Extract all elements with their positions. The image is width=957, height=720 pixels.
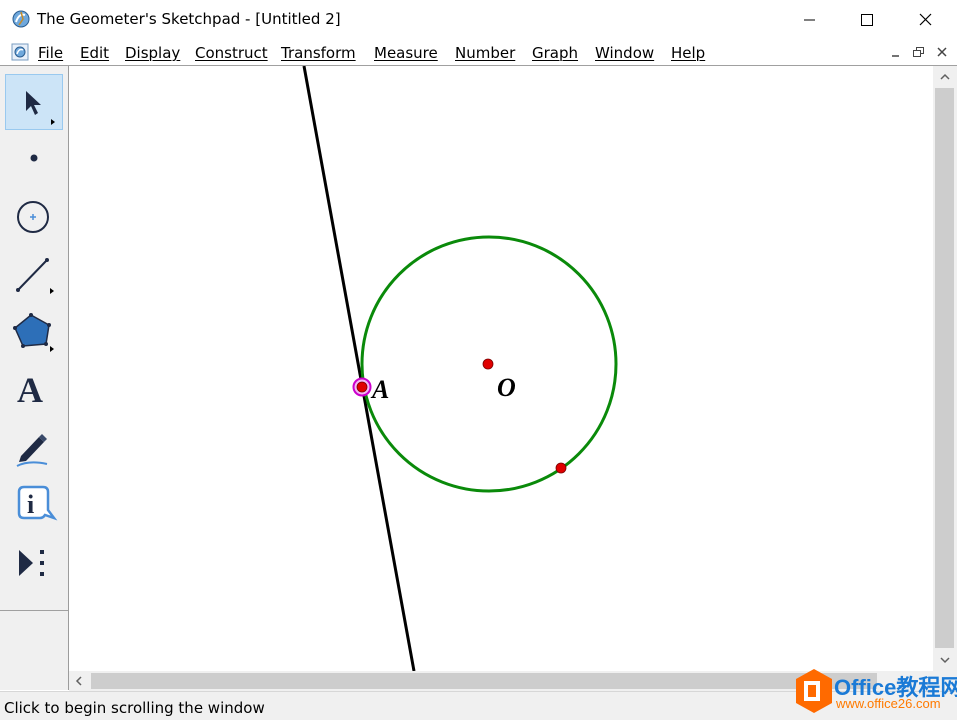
menu-window[interactable]: Window (595, 44, 654, 62)
sketch-drawing: A O (302, 65, 618, 672)
info-icon: i (17, 485, 58, 521)
point-tool[interactable] (5, 130, 63, 186)
restore-icon (913, 47, 924, 57)
document-minimize-button[interactable] (886, 43, 906, 61)
office-logo-icon (796, 669, 832, 713)
vertical-scroll-thumb[interactable] (935, 88, 954, 648)
maximize-icon (861, 14, 873, 26)
circle-icon (17, 201, 49, 233)
custom-tool-icon (19, 550, 44, 576)
tangent-line[interactable] (302, 65, 416, 672)
title-bar: The Geometer's Sketchpad - [Untitled 2] (0, 0, 957, 40)
menu-file[interactable]: File (38, 44, 63, 62)
polygon-icon (13, 313, 54, 352)
text-tool[interactable]: A (5, 362, 63, 418)
minimize-icon (892, 55, 899, 57)
maximize-button[interactable] (844, 0, 890, 40)
straightedge-tool[interactable] (5, 246, 63, 302)
menu-measure[interactable]: Measure (374, 44, 438, 62)
custom-tool[interactable] (5, 536, 63, 592)
scroll-up-icon[interactable] (933, 66, 957, 86)
label-a[interactable]: A (370, 375, 389, 404)
minimize-icon (804, 19, 815, 21)
point-a[interactable] (356, 381, 368, 393)
arrow-select-tool[interactable] (5, 74, 63, 130)
horizontal-scroll-thumb[interactable] (91, 673, 877, 689)
document-icon[interactable] (11, 43, 29, 61)
menu-construct[interactable]: Construct (195, 44, 268, 62)
document-close-button[interactable] (932, 43, 952, 61)
center-point-o[interactable] (482, 358, 494, 370)
information-tool[interactable]: i (5, 478, 63, 534)
office26-watermark: Office教程网 www.office26.com (790, 665, 957, 719)
point-icon (30, 154, 38, 162)
menu-graph[interactable]: Graph (532, 44, 578, 62)
svg-text:i: i (27, 490, 34, 519)
menu-help[interactable]: Help (671, 44, 705, 62)
minimize-button[interactable] (786, 0, 832, 40)
vertical-scrollbar[interactable] (933, 66, 957, 671)
label-o[interactable]: O (497, 373, 516, 402)
marker-icon (16, 434, 48, 467)
menu-number[interactable]: Number (455, 44, 515, 62)
svg-text:A: A (17, 370, 43, 410)
menu-display[interactable]: Display (125, 44, 180, 62)
status-text: Click to begin scrolling the window (4, 699, 265, 717)
close-button[interactable] (902, 0, 948, 40)
toolbox-divider (0, 610, 68, 611)
toolbox: A i (0, 66, 69, 690)
close-icon (937, 47, 947, 57)
polygon-tool[interactable] (5, 304, 63, 360)
document-restore-button[interactable] (909, 43, 929, 61)
menu-transform[interactable]: Transform (281, 44, 356, 62)
letter-a-icon: A (17, 370, 43, 410)
point-on-circle[interactable] (555, 462, 567, 474)
compass-tool[interactable] (5, 188, 63, 244)
segment-icon (16, 258, 54, 294)
watermark-url: www.office26.com (836, 696, 941, 711)
arrow-icon (26, 91, 55, 125)
scroll-left-icon[interactable] (69, 671, 89, 691)
marker-tool[interactable] (5, 420, 63, 476)
close-icon (919, 13, 932, 26)
sketchpad-app-icon[interactable] (11, 9, 31, 29)
menu-edit[interactable]: Edit (80, 44, 109, 62)
sketch-canvas[interactable]: A O (69, 65, 933, 672)
window-title: The Geometer's Sketchpad - [Untitled 2] (37, 10, 341, 28)
